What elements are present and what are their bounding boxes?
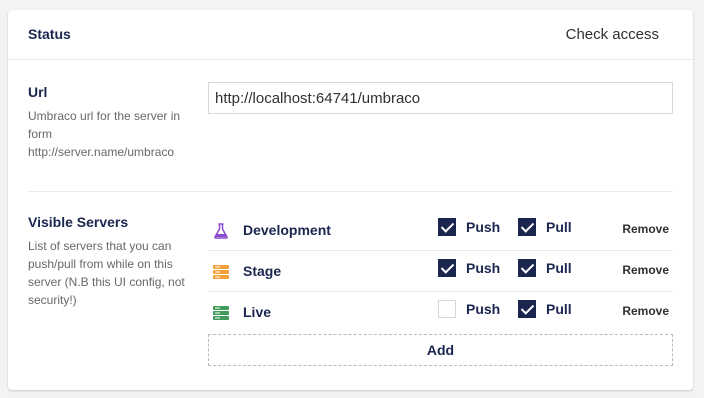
servers-description-line: security!) xyxy=(28,293,77,307)
servers-description-line: server (N.B this UI config, not xyxy=(28,275,185,289)
section-divider xyxy=(28,191,673,192)
status-panel: Status Check access Url Umbraco url for … xyxy=(8,10,693,390)
servers-description-line: push/pull from while on this xyxy=(28,257,173,271)
checkbox-checked[interactable] xyxy=(438,218,456,236)
panel-title: Status xyxy=(28,26,71,42)
push-label: Push xyxy=(466,260,501,276)
add-server-button[interactable]: Add xyxy=(208,334,673,366)
server-list: Development Push Pull Remove Stage Push … xyxy=(208,210,673,333)
checkbox-checked[interactable] xyxy=(518,259,536,277)
url-description: Umbraco url for the server in form http:… xyxy=(28,107,180,161)
push-label: Push xyxy=(466,301,501,317)
pull-label: Pull xyxy=(546,219,572,235)
pull-label: Pull xyxy=(546,260,572,276)
checkbox-checked[interactable] xyxy=(518,218,536,236)
server-name: Live xyxy=(243,304,272,320)
checkbox-unchecked[interactable] xyxy=(438,300,456,318)
remove-button[interactable]: Remove xyxy=(622,263,669,277)
pull-checkbox[interactable]: Pull xyxy=(518,258,572,278)
panel-header: Status Check access xyxy=(8,10,693,60)
push-checkbox[interactable]: Push xyxy=(438,258,500,278)
visible-servers-label: Visible Servers xyxy=(28,214,129,230)
url-input[interactable] xyxy=(208,82,673,114)
server-name: Development xyxy=(243,222,331,238)
pull-checkbox[interactable]: Pull xyxy=(518,299,572,319)
push-checkbox[interactable]: Push xyxy=(438,299,500,319)
server-icon xyxy=(212,263,230,281)
servers-description-line: List of servers that you can xyxy=(28,239,172,253)
pull-checkbox[interactable]: Pull xyxy=(518,217,572,237)
checkbox-checked[interactable] xyxy=(438,259,456,277)
server-row-development: Development Push Pull Remove xyxy=(208,210,673,251)
url-description-line: http://server.name/umbraco xyxy=(28,145,175,159)
checkbox-checked[interactable] xyxy=(518,300,536,318)
visible-servers-description: List of servers that you can push/pull f… xyxy=(28,237,185,309)
server-row-stage: Stage Push Pull Remove xyxy=(208,251,673,292)
server-row-live: Live Push Pull Remove xyxy=(208,292,673,333)
url-description-line: Umbraco url for the server in xyxy=(28,109,181,123)
push-label: Push xyxy=(466,219,501,235)
check-access-button[interactable]: Check access xyxy=(566,26,659,43)
url-description-line: form xyxy=(28,127,52,141)
server-icon xyxy=(212,304,230,322)
flask-icon xyxy=(212,222,230,240)
url-label: Url xyxy=(28,84,48,100)
pull-label: Pull xyxy=(546,301,572,317)
remove-button[interactable]: Remove xyxy=(622,222,669,236)
server-name: Stage xyxy=(243,263,282,279)
push-checkbox[interactable]: Push xyxy=(438,217,500,237)
remove-button[interactable]: Remove xyxy=(622,304,669,318)
